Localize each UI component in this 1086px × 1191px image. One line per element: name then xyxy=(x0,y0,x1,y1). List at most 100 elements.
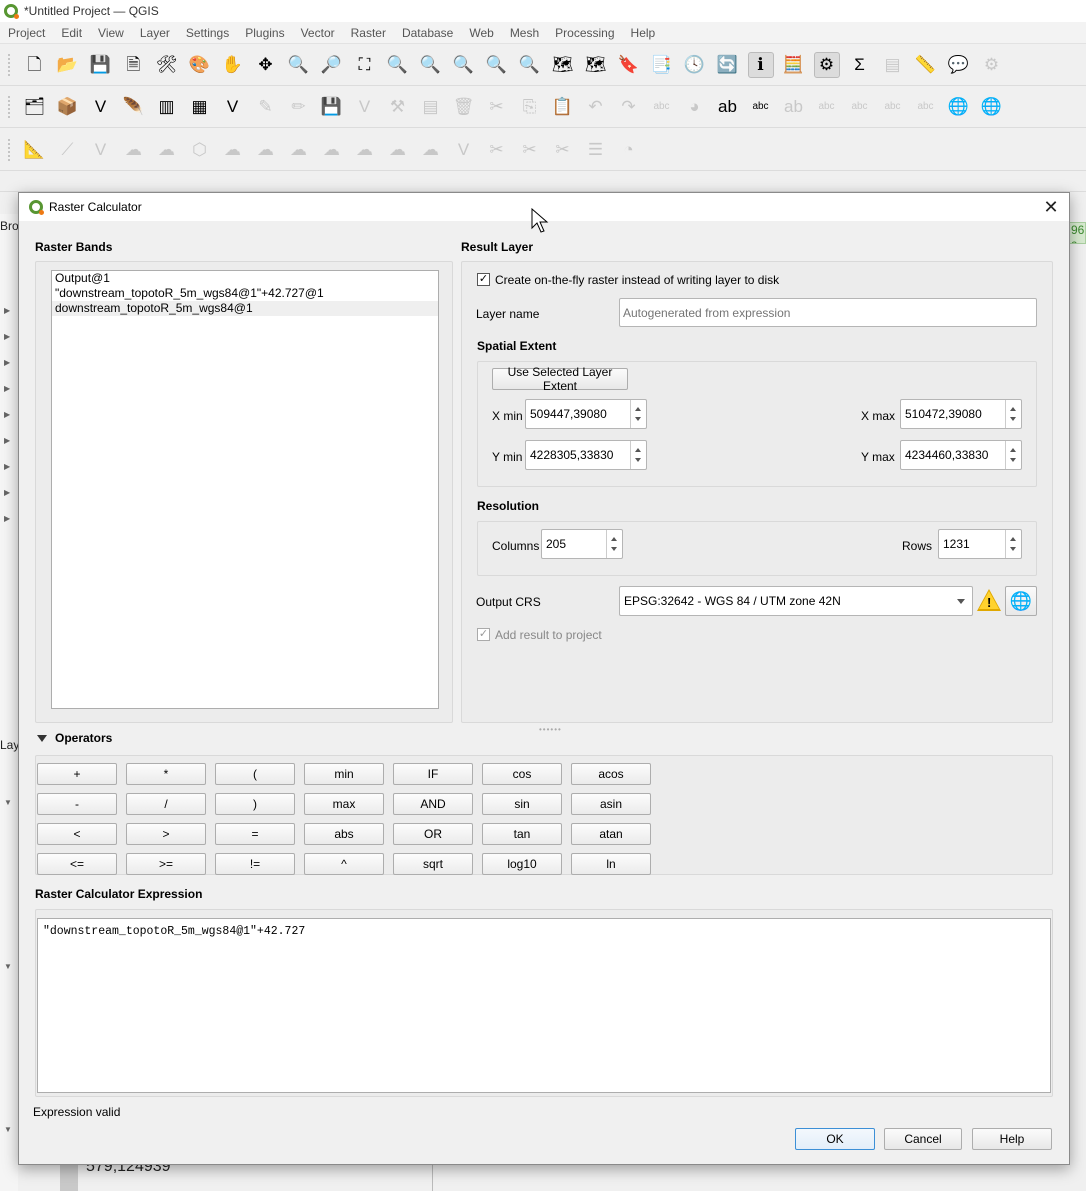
tree-expand-icon[interactable]: ▶ xyxy=(4,358,10,367)
merge-attributes-icon[interactable]: ☰ xyxy=(583,137,609,163)
simplify-feature-icon[interactable]: ☁ xyxy=(154,137,180,163)
measure-line-icon[interactable]: 📏 xyxy=(913,52,939,78)
move-feature-icon[interactable]: V xyxy=(88,137,114,163)
statistical-summary-icon[interactable]: Σ xyxy=(847,52,873,78)
increment-arrow-icon[interactable] xyxy=(1010,537,1016,541)
change-label-icon[interactable]: abc xyxy=(913,94,939,120)
attribute-table-icon[interactable]: ▤ xyxy=(880,52,906,78)
redo-icon[interactable]: ↷ xyxy=(616,94,642,120)
menu-raster[interactable]: Raster xyxy=(343,26,394,40)
offset-curve-icon[interactable]: ☁ xyxy=(385,137,411,163)
tree-expand-icon[interactable]: ▶ xyxy=(4,410,10,419)
operator-button[interactable]: < xyxy=(37,823,117,845)
operator-button[interactable]: asin xyxy=(571,793,651,815)
delete-ring-icon[interactable]: ☁ xyxy=(286,137,312,163)
tree-expand-icon[interactable]: ▶ xyxy=(4,436,10,445)
new-spatialite-layer-icon[interactable]: 🪶 xyxy=(121,94,147,120)
operator-button[interactable]: atan xyxy=(571,823,651,845)
save-project-icon[interactable]: 💾 xyxy=(88,52,114,78)
zoom-out-icon[interactable]: 🔎 xyxy=(319,52,345,78)
rotate-label-icon[interactable]: abc xyxy=(880,94,906,120)
menu-layer[interactable]: Layer xyxy=(132,26,178,40)
spinbox-arrows[interactable] xyxy=(630,441,646,469)
splitter-handle[interactable]: •••••• xyxy=(539,725,562,734)
dropdown-arrow-icon[interactable]: ▼ xyxy=(4,1125,12,1134)
style-manager-icon[interactable]: 🎨 xyxy=(187,52,213,78)
tree-expand-icon[interactable]: ▶ xyxy=(4,462,10,471)
copy-features-icon[interactable]: ⎘ xyxy=(517,94,543,120)
merge-features-icon[interactable]: ✂ xyxy=(550,137,576,163)
zoom-to-selection-icon[interactable]: 🔍 xyxy=(385,52,411,78)
increment-arrow-icon[interactable] xyxy=(611,537,617,541)
new-bookmark-icon[interactable]: 🔖 xyxy=(616,52,642,78)
raster-band-item[interactable]: "downstream_topotoR_5m_wgs84@1"+42.727@1 xyxy=(52,286,438,301)
menu-plugins[interactable]: Plugins xyxy=(237,26,292,40)
add-wms-layer-icon[interactable]: 🌐 xyxy=(946,94,972,120)
operator-button[interactable]: tan xyxy=(482,823,562,845)
spinbox-arrows[interactable] xyxy=(1005,441,1021,469)
zoom-to-layer-icon[interactable]: 🔍 xyxy=(418,52,444,78)
operator-button[interactable]: max xyxy=(304,793,384,815)
add-line-icon[interactable]: ⟋ xyxy=(55,137,81,163)
layer-labeling-icon[interactable]: abc xyxy=(649,94,675,120)
help-button[interactable]: Help xyxy=(972,1128,1052,1150)
new-shapefile-layer-icon[interactable]: V xyxy=(88,94,114,120)
menu-edit[interactable]: Edit xyxy=(53,26,90,40)
xmax-spinbox[interactable]: 510472,39080 xyxy=(900,399,1022,429)
zoom-last-icon[interactable]: 🔍 xyxy=(484,52,510,78)
use-selected-layer-extent-button[interactable]: Use Selected Layer Extent xyxy=(492,365,628,393)
operator-button[interactable]: = xyxy=(215,823,295,845)
spinbox-arrows[interactable] xyxy=(1005,400,1021,428)
new-map-view-icon[interactable]: 🗺 xyxy=(550,52,576,78)
operator-button[interactable]: acos xyxy=(571,763,651,785)
operator-button[interactable]: sqrt xyxy=(393,853,473,875)
toolbar-grip[interactable] xyxy=(8,95,12,118)
operator-button[interactable]: ln xyxy=(571,853,651,875)
toolbar-grip[interactable] xyxy=(8,138,12,161)
xmin-spinbox[interactable]: 509447,39080 xyxy=(525,399,647,429)
rotate-point-symbols-icon[interactable]: ◔ xyxy=(616,137,642,163)
highlight-pinned-labels-icon[interactable]: ab xyxy=(781,94,807,120)
operator-button[interactable]: min xyxy=(304,763,384,785)
operator-button[interactable]: abs xyxy=(304,823,384,845)
map-tips-icon[interactable]: 💬 xyxy=(946,52,972,78)
current-edits-icon[interactable]: ✎ xyxy=(253,94,279,120)
decrement-arrow-icon[interactable] xyxy=(611,547,617,551)
dropdown-arrow-icon[interactable]: ▼ xyxy=(4,962,12,971)
zoom-full-icon[interactable]: ⛶ xyxy=(352,52,378,78)
fill-ring-icon[interactable]: ☁ xyxy=(253,137,279,163)
split-features-icon[interactable]: ✂ xyxy=(484,137,510,163)
operator-button[interactable]: cos xyxy=(482,763,562,785)
menu-help[interactable]: Help xyxy=(623,26,664,40)
show-hide-labels-icon[interactable]: abc xyxy=(814,94,840,120)
expression-textarea[interactable]: "downstream_topotoR_5m_wgs84@1"+42.727 xyxy=(37,918,1051,1093)
toolbar-grip[interactable] xyxy=(8,53,12,76)
tree-expand-icon[interactable]: ▶ xyxy=(4,488,10,497)
layer-diagram-icon[interactable]: ◕ xyxy=(682,94,708,120)
select-crs-button[interactable]: 🌐 xyxy=(1005,586,1037,616)
add-result-checkbox[interactable]: ✓ xyxy=(477,628,490,641)
operator-button[interactable]: IF xyxy=(393,763,473,785)
output-crs-select[interactable]: EPSG:32642 - WGS 84 / UTM zone 42N xyxy=(619,586,973,616)
zoom-native-icon[interactable]: 🔍 xyxy=(451,52,477,78)
menu-web[interactable]: Web xyxy=(461,26,501,40)
pan-icon[interactable]: ✋ xyxy=(220,52,246,78)
operators-toggle[interactable]: Operators xyxy=(37,731,112,745)
operator-button[interactable]: OR xyxy=(393,823,473,845)
decrement-arrow-icon[interactable] xyxy=(635,458,641,462)
operator-button[interactable]: ^ xyxy=(304,853,384,875)
data-source-manager-icon[interactable]: 🗂 xyxy=(22,94,48,120)
operator-button[interactable]: / xyxy=(126,793,206,815)
temporal-controller-icon[interactable]: 🕓 xyxy=(682,52,708,78)
processing-toolbox-icon[interactable]: ⚙ xyxy=(813,51,840,78)
pin-labels-icon[interactable]: ab xyxy=(715,94,741,120)
rotate-feature-icon[interactable]: ☁ xyxy=(121,137,147,163)
run-action-icon[interactable]: ⚙ xyxy=(979,52,1005,78)
menu-view[interactable]: View xyxy=(90,26,132,40)
operator-button[interactable]: > xyxy=(126,823,206,845)
delete-selected-icon[interactable]: 🗑 xyxy=(451,94,477,120)
menu-mesh[interactable]: Mesh xyxy=(502,26,547,40)
digitize-icon[interactable]: V xyxy=(352,94,378,120)
layout-manager-icon[interactable]: 🛠 xyxy=(154,52,180,78)
pan-to-selection-icon[interactable]: ✥ xyxy=(253,52,279,78)
